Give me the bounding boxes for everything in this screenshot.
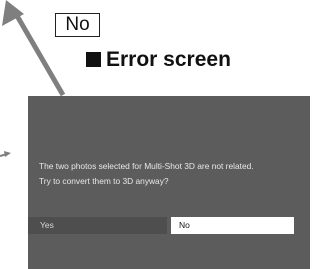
error-dialog-screen: The two photos selected for Multi-Shot 3… [28, 96, 310, 269]
left-pointer-icon [0, 151, 11, 157]
no-callout-label: No [55, 13, 100, 37]
heading-text: Error screen [106, 48, 231, 71]
error-message: The two photos selected for Multi-Shot 3… [39, 159, 307, 189]
yes-button[interactable]: Yes [28, 217, 167, 234]
error-message-line-2: Try to convert them to 3D anyway? [39, 176, 169, 186]
section-heading: Error screen [86, 47, 231, 73]
error-message-line-1: The two photos selected for Multi-Shot 3… [39, 161, 254, 171]
square-bullet-icon [86, 52, 101, 67]
no-button[interactable]: No [171, 217, 294, 234]
